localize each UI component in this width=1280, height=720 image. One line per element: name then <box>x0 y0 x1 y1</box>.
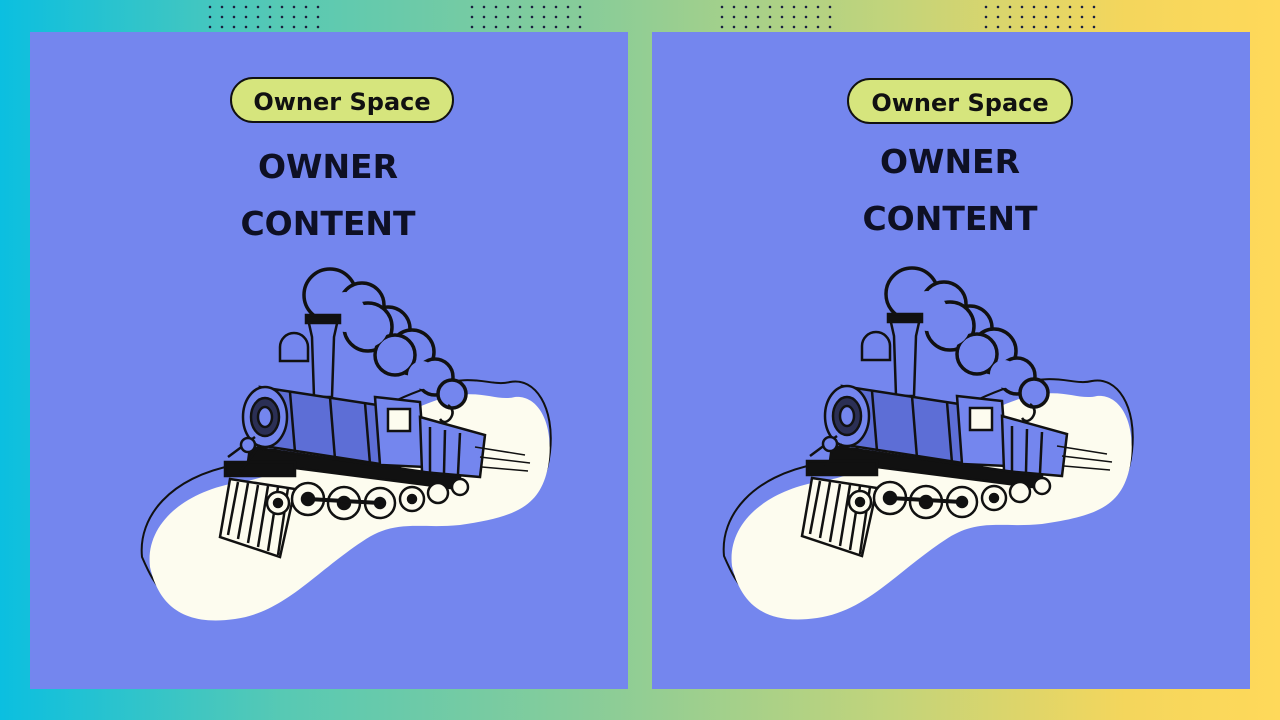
train-illustration <box>139 267 553 623</box>
owner-space-badge: Owner Space <box>230 77 454 123</box>
title-line-2: CONTENT <box>862 199 1038 238</box>
train-illustration <box>721 266 1135 622</box>
dot-grid-pattern <box>716 2 834 32</box>
owner-space-badge: Owner Space <box>847 78 1073 124</box>
dot-grid-pattern <box>466 2 584 32</box>
owner-panel-right: Owner Space OWNER CONTENT <box>652 32 1250 689</box>
title-line-1: OWNER <box>879 142 1021 181</box>
dot-grid-pattern <box>980 2 1098 32</box>
owner-panel-left: Owner Space OWNER CONTENT <box>30 32 628 689</box>
dot-grid-pattern <box>204 2 322 32</box>
title-line-2: CONTENT <box>240 204 416 243</box>
title-line-1: OWNER <box>257 147 399 186</box>
